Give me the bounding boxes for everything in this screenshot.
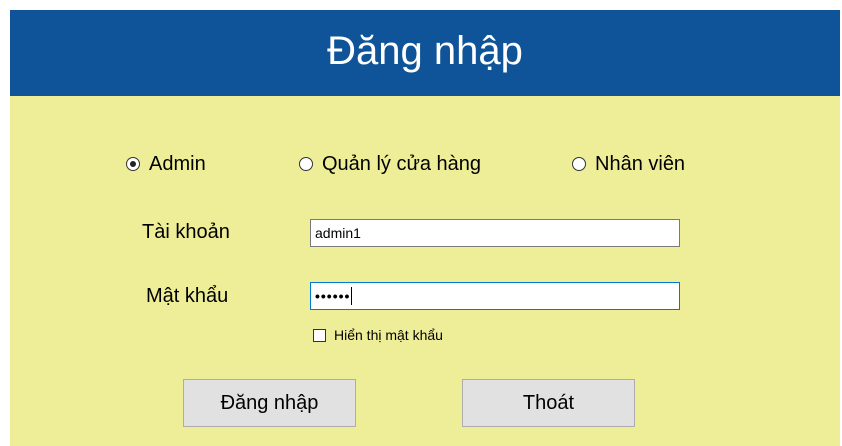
- radio-checked-icon: [126, 157, 140, 171]
- text-caret: [351, 287, 353, 306]
- exit-button[interactable]: Thoát: [462, 379, 635, 427]
- username-value: admin1: [315, 225, 361, 241]
- radio-unchecked-icon: [572, 157, 586, 171]
- form-title: Đăng nhập: [327, 29, 523, 73]
- show-password-label: Hiển thị mật khẩu: [334, 327, 443, 343]
- radio-admin[interactable]: Admin: [126, 152, 206, 176]
- password-value: ••••••: [315, 288, 351, 304]
- radio-store-manager[interactable]: Quản lý cửa hàng: [299, 152, 481, 176]
- checkbox-unchecked-icon: [313, 328, 326, 342]
- title-bar: Đăng nhập: [10, 10, 840, 96]
- username-label: Tài khoản: [142, 221, 230, 243]
- radio-employee-label: Nhân viên: [595, 152, 686, 175]
- show-password-checkbox[interactable]: Hiển thị mật khẩu: [313, 326, 443, 344]
- radio-employee[interactable]: Nhân viên: [572, 152, 685, 176]
- password-label: Mật khẩu: [146, 285, 229, 307]
- radio-admin-label: Admin: [149, 152, 206, 175]
- username-input[interactable]: admin1: [310, 219, 680, 247]
- password-input[interactable]: ••••••: [310, 282, 680, 310]
- login-button[interactable]: Đăng nhập: [183, 379, 356, 427]
- login-form: Đăng nhập Admin Quản lý cửa hàng Nhân vi…: [10, 10, 840, 446]
- radio-store-manager-label: Quản lý cửa hàng: [322, 152, 482, 175]
- radio-unchecked-icon: [299, 157, 313, 171]
